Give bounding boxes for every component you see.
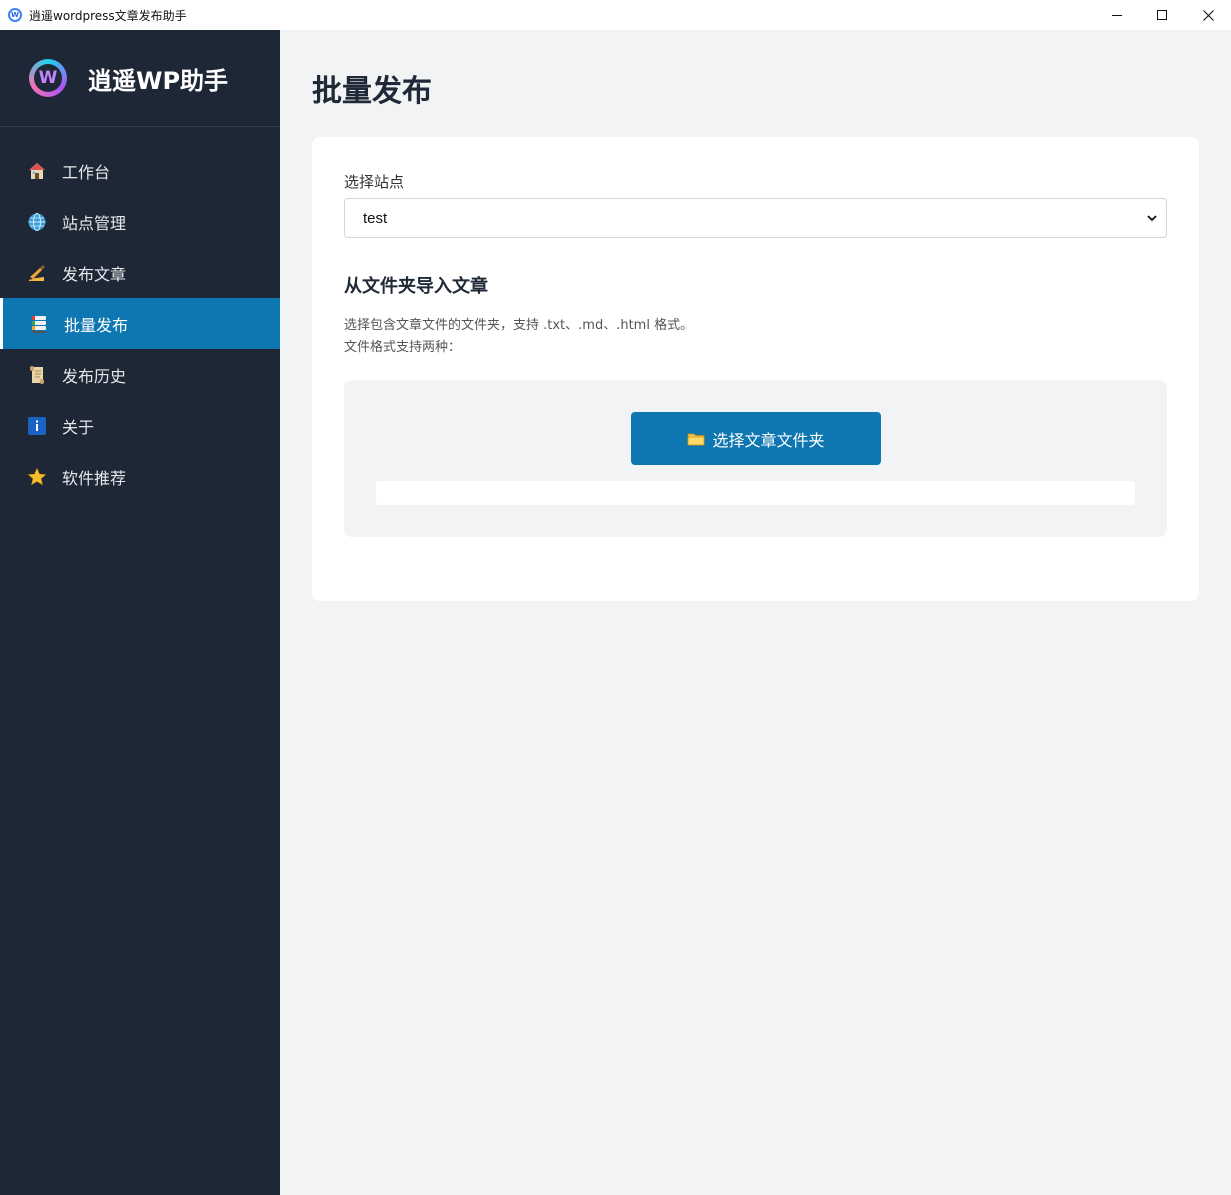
maximize-icon	[1157, 10, 1167, 20]
sidebar-item-label: 发布文章	[62, 264, 127, 284]
minimize-icon	[1112, 14, 1122, 16]
chevron-down-icon	[1147, 215, 1157, 222]
sidebar-item-history[interactable]: 发布历史	[0, 349, 280, 400]
sidebar-item-label: 批量发布	[64, 315, 129, 335]
sidebar-item-about[interactable]: 关于	[0, 400, 280, 451]
brand-logo-letter: W	[34, 64, 62, 92]
sidebar-item-recommend[interactable]: 软件推荐	[0, 451, 280, 502]
globe-icon	[26, 211, 48, 233]
page-title: 批量发布	[312, 74, 432, 109]
sidebar-nav: 工作台 站点管理 发布文章 批量发布 发布历史 关于 软件推荐	[0, 145, 280, 502]
batch-publish-card: 选择站点 test 从文件夹导入文章 选择包含文章文件的文件夹，支持 .txt、…	[312, 137, 1199, 601]
sidebar-item-label: 关于	[62, 417, 95, 437]
maximize-button[interactable]	[1139, 0, 1185, 30]
sidebar: W 逍遥WP助手 工作台 站点管理 发布文章 批量发布 发布历史 关于 软件推荐	[0, 30, 280, 1195]
site-select-value: test	[363, 209, 388, 227]
sidebar-item-label: 软件推荐	[62, 468, 127, 488]
folder-icon	[688, 433, 705, 445]
minimize-button[interactable]	[1094, 0, 1140, 30]
sidebar-item-publish[interactable]: 发布文章	[0, 247, 280, 298]
scroll-icon	[26, 364, 48, 386]
writing-hand-icon	[26, 262, 48, 284]
section-title: 从文件夹导入文章	[344, 276, 488, 297]
info-icon	[26, 415, 48, 437]
import-status-area	[376, 481, 1135, 505]
description-format-text: 文件格式支持两种：	[344, 340, 462, 355]
close-button[interactable]	[1185, 0, 1231, 30]
select-folder-button[interactable]: 选择文章文件夹	[631, 412, 881, 465]
brand-logo-icon: W	[29, 59, 67, 97]
star-icon	[26, 466, 48, 488]
description-text: 选择包含文章文件的文件夹，支持 .txt、.md、.html 格式。	[344, 318, 694, 333]
select-folder-button-label: 选择文章文件夹	[712, 430, 825, 450]
books-icon	[28, 313, 50, 335]
window-titlebar: W 逍遥wordpress文章发布助手	[0, 0, 1231, 30]
brand-name: 逍遥WP助手	[88, 66, 229, 95]
sidebar-item-batch-publish[interactable]: 批量发布	[0, 298, 280, 349]
sidebar-item-label: 站点管理	[62, 213, 127, 233]
sidebar-item-sites[interactable]: 站点管理	[0, 196, 280, 247]
brand: W 逍遥WP助手	[0, 30, 280, 127]
house-icon	[26, 160, 48, 182]
site-select-label: 选择站点	[344, 173, 405, 191]
sidebar-item-label: 发布历史	[62, 366, 127, 386]
window-title: 逍遥wordpress文章发布助手	[29, 8, 187, 23]
site-select[interactable]: test	[344, 198, 1167, 238]
sidebar-item-label: 工作台	[62, 162, 111, 182]
app-logo-icon: W	[8, 8, 22, 22]
sidebar-item-dashboard[interactable]: 工作台	[0, 145, 280, 196]
close-icon	[1202, 9, 1214, 21]
folder-drop-zone: 选择文章文件夹	[344, 380, 1167, 537]
